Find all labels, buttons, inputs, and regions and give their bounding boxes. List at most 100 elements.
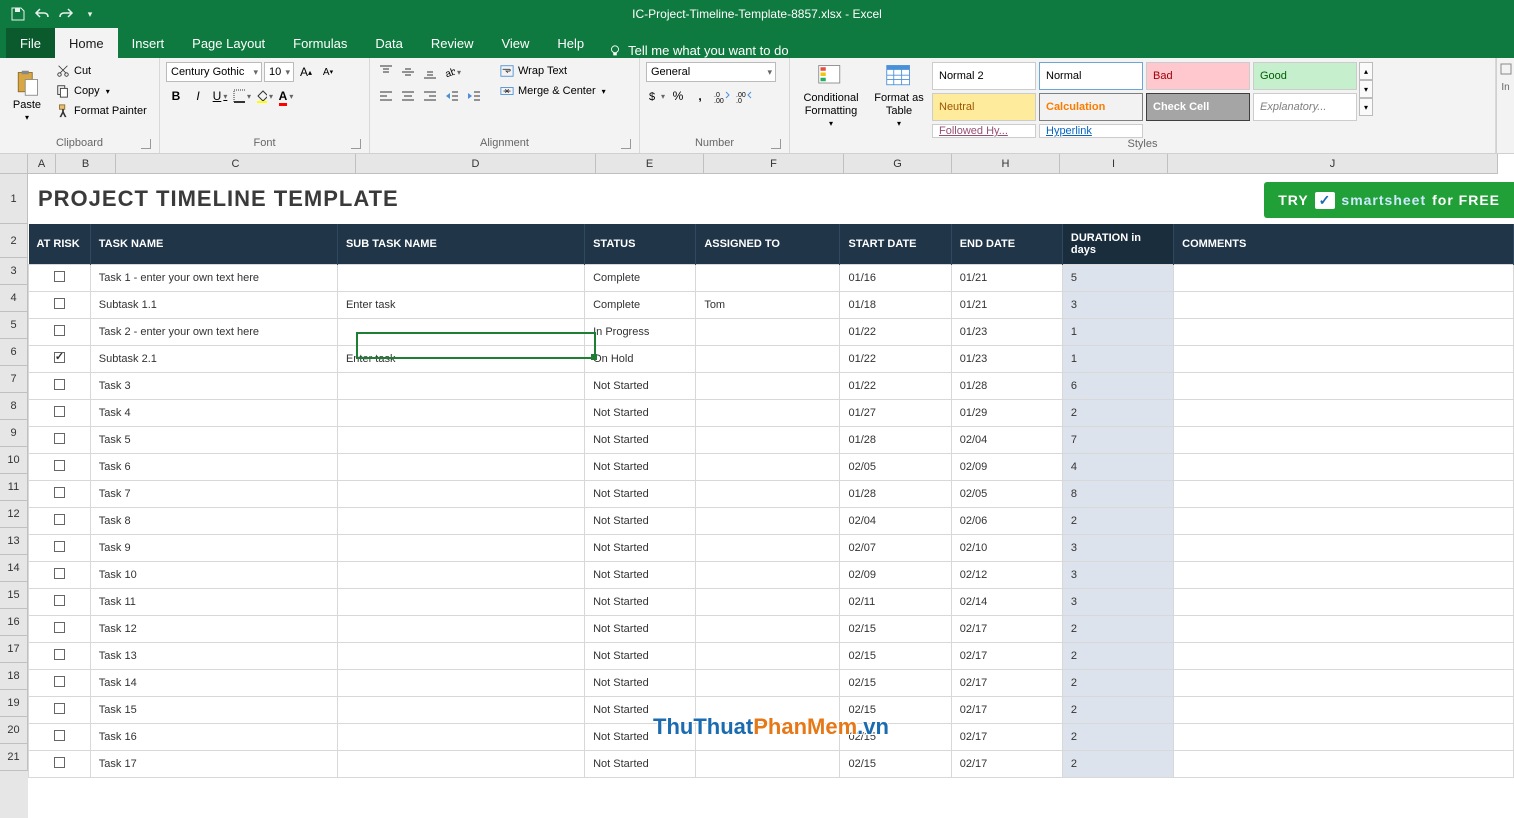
assigned-cell[interactable] [696,616,840,643]
at-risk-checkbox[interactable] [54,298,65,309]
fill-color-button[interactable] [254,86,274,106]
cell[interactable] [29,616,91,643]
increase-font-button[interactable]: A▴ [296,62,316,82]
orientation-button[interactable]: ab [442,62,462,82]
cell[interactable] [29,373,91,400]
task-name-cell[interactable]: Subtask 1.1 [90,292,337,319]
status-cell[interactable]: Not Started [585,481,696,508]
font-size-combo[interactable]: 10 [264,62,294,82]
task-name-cell[interactable]: Task 7 [90,481,337,508]
tab-data[interactable]: Data [361,28,416,58]
start-date-cell[interactable]: 02/15 [840,697,951,724]
start-date-cell[interactable]: 02/07 [840,535,951,562]
subtask-cell[interactable] [337,589,584,616]
end-date-cell[interactable]: 02/17 [951,724,1062,751]
subtask-cell[interactable] [337,481,584,508]
style-followed-hy-[interactable]: Followed Hy... [932,124,1036,138]
task-name-cell[interactable]: Task 9 [90,535,337,562]
row-header-16[interactable]: 16 [0,609,28,636]
comments-cell[interactable] [1174,427,1514,454]
row-header-21[interactable]: 21 [0,744,28,771]
style-calculation[interactable]: Calculation [1039,93,1143,121]
column-header-C[interactable]: C [116,154,356,173]
status-cell[interactable]: Not Started [585,562,696,589]
start-date-cell[interactable]: 02/11 [840,589,951,616]
subtask-cell[interactable] [337,400,584,427]
accounting-format-button[interactable]: $ [646,86,666,106]
row-header-14[interactable]: 14 [0,555,28,582]
start-date-cell[interactable]: 02/05 [840,454,951,481]
at-risk-checkbox[interactable] [54,595,65,606]
conditional-formatting-button[interactable]: Conditional Formatting▾ [796,62,866,128]
start-date-cell[interactable]: 01/22 [840,346,951,373]
gallery-up-button[interactable]: ▴ [1359,62,1373,80]
comments-cell[interactable] [1174,265,1514,292]
start-date-cell[interactable]: 02/15 [840,751,951,778]
comments-cell[interactable] [1174,697,1514,724]
end-date-cell[interactable]: 01/23 [951,346,1062,373]
style-neutral[interactable]: Neutral [932,93,1036,121]
start-date-cell[interactable]: 01/28 [840,481,951,508]
column-header-G[interactable]: G [844,154,952,173]
style-normal[interactable]: Normal [1039,62,1143,90]
tab-view[interactable]: View [487,28,543,58]
row-header-13[interactable]: 13 [0,528,28,555]
task-name-cell[interactable]: Task 16 [90,724,337,751]
start-date-cell[interactable]: 02/04 [840,508,951,535]
row-header-1[interactable]: 1 [0,174,28,224]
task-name-cell[interactable]: Task 14 [90,670,337,697]
comments-cell[interactable] [1174,562,1514,589]
status-cell[interactable]: Not Started [585,400,696,427]
cell[interactable] [29,670,91,697]
subtask-cell[interactable]: Enter task [337,292,584,319]
start-date-cell[interactable]: 01/22 [840,373,951,400]
end-date-cell[interactable]: 02/04 [951,427,1062,454]
subtask-cell[interactable]: Enter task [337,346,584,373]
duration-cell[interactable]: 1 [1062,346,1173,373]
subtask-cell[interactable] [337,616,584,643]
assigned-cell[interactable] [696,697,840,724]
assigned-cell[interactable] [696,400,840,427]
duration-cell[interactable]: 3 [1062,535,1173,562]
row-header-8[interactable]: 8 [0,393,28,420]
at-risk-checkbox[interactable] [54,271,65,282]
subtask-cell[interactable] [337,319,584,346]
tab-insert[interactable]: Insert [118,28,179,58]
status-cell[interactable]: Not Started [585,373,696,400]
copy-button[interactable]: Copy▾ [52,82,151,100]
status-cell[interactable]: Not Started [585,589,696,616]
align-right-button[interactable] [420,86,440,106]
clipboard-launcher[interactable] [141,139,151,149]
task-name-cell[interactable]: Subtask 2.1 [90,346,337,373]
align-left-button[interactable] [376,86,396,106]
tab-home[interactable]: Home [55,28,118,58]
task-name-cell[interactable]: Task 3 [90,373,337,400]
end-date-cell[interactable]: 02/14 [951,589,1062,616]
task-name-cell[interactable]: Task 13 [90,643,337,670]
duration-cell[interactable]: 6 [1062,373,1173,400]
end-date-cell[interactable]: 01/28 [951,373,1062,400]
status-cell[interactable]: Not Started [585,724,696,751]
style-check-cell[interactable]: Check Cell [1146,93,1250,121]
end-date-cell[interactable]: 02/17 [951,643,1062,670]
assigned-cell[interactable] [696,670,840,697]
start-date-cell[interactable]: 02/09 [840,562,951,589]
assigned-cell[interactable]: Tom [696,292,840,319]
percent-button[interactable]: % [668,86,688,106]
row-header-6[interactable]: 6 [0,339,28,366]
task-name-cell[interactable]: Task 2 - enter your own text here [90,319,337,346]
subtask-cell[interactable] [337,535,584,562]
at-risk-checkbox[interactable] [54,622,65,633]
cell[interactable] [29,589,91,616]
style-normal-2[interactable]: Normal 2 [932,62,1036,90]
comments-cell[interactable] [1174,616,1514,643]
end-date-cell[interactable]: 02/10 [951,535,1062,562]
tab-review[interactable]: Review [417,28,488,58]
status-cell[interactable]: Not Started [585,535,696,562]
at-risk-checkbox[interactable] [54,406,65,417]
at-risk-checkbox[interactable] [54,703,65,714]
font-name-combo[interactable]: Century Gothic [166,62,262,82]
comma-button[interactable]: , [690,86,710,106]
subtask-cell[interactable] [337,265,584,292]
cell[interactable] [29,427,91,454]
